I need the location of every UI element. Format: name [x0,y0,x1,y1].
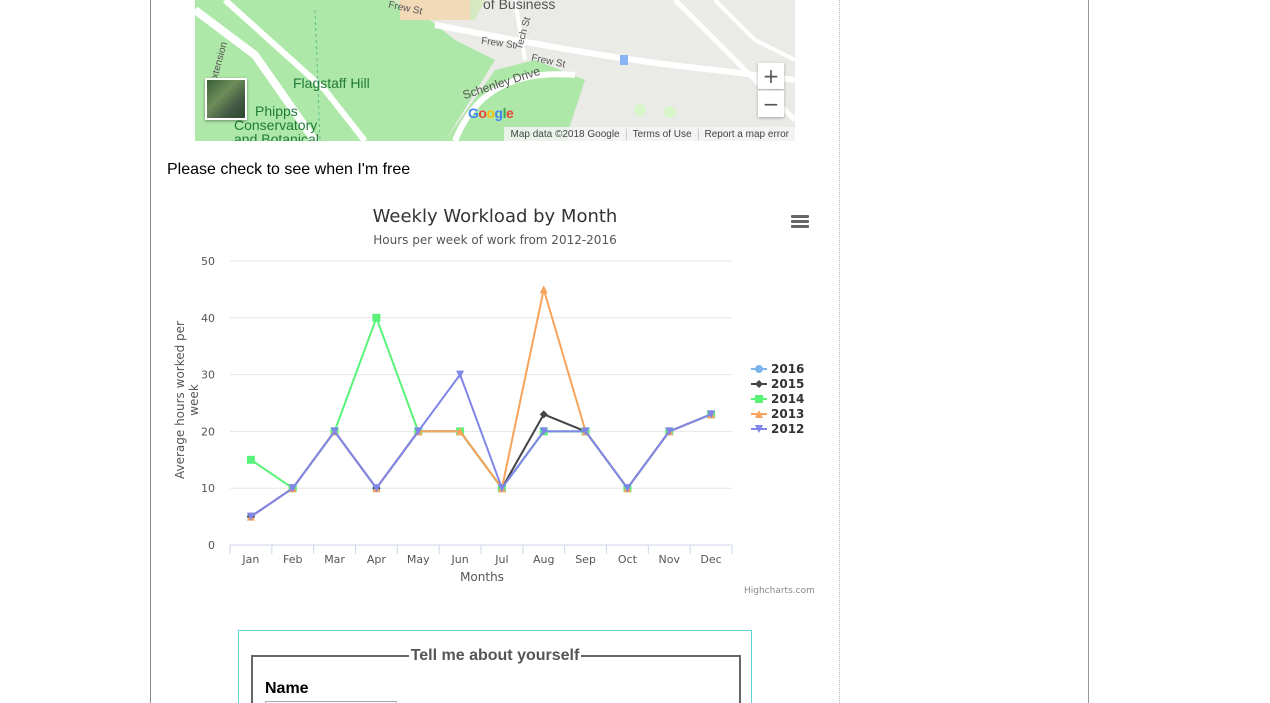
legend-label: 2013 [771,406,805,421]
y-tick-label: 20 [201,425,215,438]
data-point-2014 [246,455,255,464]
legend-label: 2012 [771,421,805,436]
legend-label: 2015 [771,376,805,391]
x-tick-label: Jan [241,553,259,566]
x-tick-label: Oct [618,553,638,566]
data-point-2015 [539,410,548,419]
x-tick-label: Feb [283,553,302,566]
legend-symbol-icon [751,394,767,403]
chart-context-menu-icon[interactable] [791,213,813,231]
chart-legend: 2016 2015 2014 2013 2012 [751,361,804,436]
map-label-botanical: and Botanical [234,131,319,141]
x-tick-label: Dec [700,553,721,566]
column-divider [839,0,840,703]
legend-item-2013[interactable]: 2013 [751,406,804,421]
availability-text: Please check to see when I'm free [167,161,411,178]
x-tick-label: Mar [324,553,345,566]
legend-item-2014[interactable]: 2014 [751,391,804,406]
legend-symbol-icon [751,379,767,388]
y-tick-label: 30 [201,369,215,382]
y-tick-label: 10 [201,482,215,495]
terms-of-use-link[interactable]: Terms of Use [625,128,698,140]
fieldset-legend: Tell me about yourself [239,647,751,665]
name-label: Name [265,680,309,697]
workload-chart: 0 10 20 30 40 50 Jan Feb Mar Apr May Jun Jul Aug Sep Oc… [167,196,827,606]
chart-title: Weekly Workload by Month [372,206,618,227]
y-tick-label: 0 [208,539,215,552]
map-zoom-in-button[interactable]: + [758,63,784,89]
data-point-2013 [539,285,548,294]
x-tick-label: May [407,553,430,566]
legend-label: 2014 [771,391,805,406]
chart-subtitle: Hours per week of work from 2012-2016 [373,233,617,247]
about-form-container: Tell me about yourself Name [238,630,752,703]
y-axis-label: Average hours worked per week [173,321,201,480]
map-data-credit: Map data ©2018 Google [510,128,620,140]
report-map-error-link[interactable]: Report a map error [697,128,795,140]
legend-symbol-icon [751,364,767,373]
map-label-business: of Business [483,0,556,12]
google-logo: Google [468,105,514,121]
x-axis-label: Months [460,570,504,584]
highcharts-credit-link[interactable]: Highcharts.com [744,586,815,596]
fieldset-legend-text: Tell me about yourself [408,647,582,664]
legend-item-2012[interactable]: 2012 [751,421,804,436]
x-tick-label: Aug [533,553,554,566]
page-left-border [150,0,151,703]
legend-item-2015[interactable]: 2015 [751,376,804,391]
map-attribution: Map data ©2018 Google Terms of Use Repor… [504,127,795,141]
series-line-2012 [250,373,712,518]
x-tick-label: Sep [575,553,596,566]
chart-plot: 0 10 20 30 40 50 Jan Feb Mar Apr May Jun Jul Aug Sep Oc… [201,255,733,566]
page-right-border [1088,0,1089,703]
x-tick-label: Apr [367,553,387,566]
y-tick-label: 40 [201,312,215,325]
map-label-flagstaff-hill: Flagstaff Hill [293,75,370,91]
y-tick-label: 50 [201,255,215,268]
data-point-2014 [372,313,381,322]
embedded-map[interactable]: Frew St Frew St Frew St Tech St Schenley… [195,0,795,141]
x-tick-label: Jul [494,553,508,566]
legend-symbol-icon [751,424,767,433]
series-line-2014 [250,316,712,490]
map-zoom-out-button[interactable]: − [758,90,784,117]
x-tick-label: Nov [659,553,681,566]
series-line-2013 [250,288,712,518]
x-tick-label: Jun [450,553,468,566]
satellite-view-toggle[interactable] [205,78,247,120]
legend-item-2016[interactable]: 2016 [751,361,804,376]
legend-label: 2016 [771,361,805,376]
legend-symbol-icon [751,409,767,418]
